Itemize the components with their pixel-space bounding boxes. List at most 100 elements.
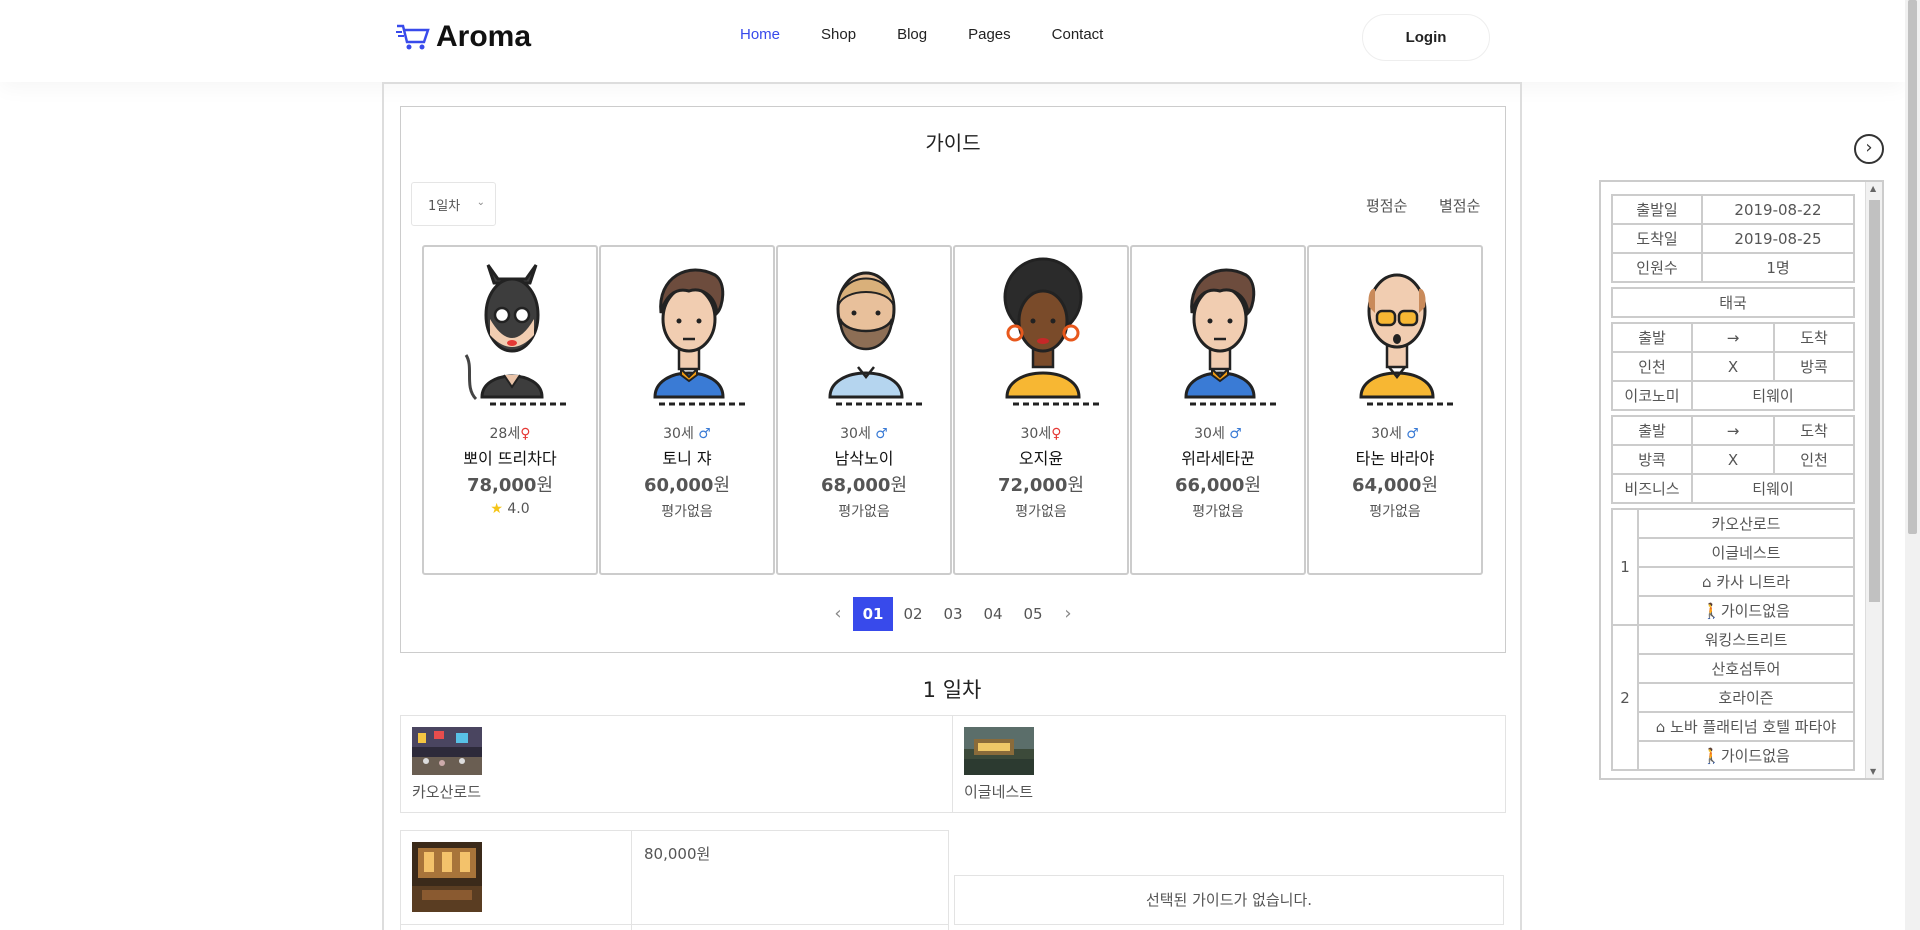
guide-card[interactable]: 30세 ♂ 타논 바라야 64,000원 평가없음 <box>1307 245 1483 575</box>
guide-rating: 평가없음 <box>838 504 890 520</box>
trip-info-table: 출발일 2019-08-22 도착일 2019-08-25 인원수 1명 <box>1611 194 1855 283</box>
no-guide-message: 선택된 가이드가 없습니다. <box>954 875 1504 925</box>
guide-card[interactable]: 30세 ♂ 남삭노이 68,000원 평가없음 <box>776 245 952 575</box>
place-thumbnail <box>964 727 1034 775</box>
info-label: 출발일 <box>1611 194 1703 225</box>
guide-age: 30세 <box>1020 426 1052 442</box>
sort-by-star[interactable]: 별점순 <box>1439 195 1480 216</box>
info-label: 도착일 <box>1611 223 1703 254</box>
guide-age: 30세 <box>1371 426 1402 442</box>
flight-from: 방콕 <box>1611 444 1693 475</box>
sort-by-rating[interactable]: 평점순 <box>1366 195 1407 216</box>
guide-card[interactable]: 30세 ♂ 토니 쟈 60,000원 평가없음 <box>599 245 775 575</box>
next-page-button[interactable]: › <box>1053 597 1083 631</box>
itinerary-item: 산호섬투어 <box>1637 653 1855 684</box>
chevron-down-icon: ⌄ <box>476 197 485 208</box>
guide-rating: 평가없음 <box>1192 504 1244 520</box>
flight-class: 비즈니스 <box>1611 473 1693 504</box>
page-button[interactable]: 03 <box>933 597 973 631</box>
flight-to: 인천 <box>1773 444 1855 475</box>
info-label: 인원수 <box>1611 252 1703 283</box>
info-value: 1명 <box>1701 252 1855 283</box>
cart-icon <box>396 24 430 50</box>
home-icon: ⌂ <box>1655 718 1666 736</box>
scrollbar-thumb[interactable] <box>1908 0 1917 534</box>
flight-header: 출발 <box>1611 322 1693 353</box>
currency-label: 원 <box>1421 475 1439 496</box>
male-icon: ♂ <box>698 426 711 442</box>
page-button[interactable]: 04 <box>973 597 1013 631</box>
place-cell[interactable]: 카오산로드 <box>401 716 953 812</box>
flight-class: 이코노미 <box>1611 380 1693 411</box>
main-container: 가이드 1일차 ⌄ 평점순 별점순 28세♀ 뽀이 뜨리차다 78,000원 ★… <box>382 82 1522 930</box>
nav-contact[interactable]: Contact <box>1052 26 1104 43</box>
flight-airline: 티웨이 <box>1691 473 1855 504</box>
itinerary-hotel: ⌂ 카사 니트라 <box>1637 566 1855 597</box>
place-name: 카오산로드 <box>412 783 482 801</box>
guide-card[interactable]: 30세 ♂ 위라세타꾼 66,000원 평가없음 <box>1130 245 1306 575</box>
day-number: 1 <box>1611 508 1639 626</box>
currency-label: 원 <box>890 475 908 496</box>
guide-name: 타논 바라야 <box>1355 449 1435 468</box>
page-button[interactable]: 01 <box>853 597 893 631</box>
flight-from: 인천 <box>1611 351 1693 382</box>
male-icon: ♂ <box>875 426 888 442</box>
nav-pages[interactable]: Pages <box>968 26 1011 43</box>
guide-price: 72,000 <box>997 475 1068 496</box>
guide-price: 66,000 <box>1174 475 1245 496</box>
panel-toggle-button[interactable]: › <box>1854 134 1884 164</box>
panel-scrollbar[interactable]: ▲ ▼ <box>1865 182 1882 778</box>
outbound-flight-table: 출발 → 도착 인천 X 방콕 이코노미 티웨이 <box>1611 322 1855 411</box>
guide-name: 위라세타꾼 <box>1181 449 1255 468</box>
hotel-name: 카사 니트라 <box>1716 573 1791 591</box>
day-heading: 1 일차 <box>922 678 982 702</box>
nav-shop[interactable]: Shop <box>821 26 856 43</box>
guide-status: 가이드없음 <box>1720 602 1790 620</box>
guide-card[interactable]: 28세♀ 뽀이 뜨리차다 78,000원 ★ 4.0 <box>422 245 598 575</box>
page-button[interactable]: 02 <box>893 597 933 631</box>
logo-text: Aroma <box>436 20 532 53</box>
nav-blog[interactable]: Blog <box>897 26 927 43</box>
guide-rating: 4.0 <box>507 501 530 517</box>
day-select[interactable]: 1일차 ⌄ <box>411 182 496 226</box>
page-scrollbar[interactable] <box>1905 0 1920 930</box>
itinerary-item: 이글네스트 <box>1637 537 1855 568</box>
avatar <box>1184 268 1278 406</box>
country: 태국 <box>1611 287 1855 318</box>
page-button[interactable]: 05 <box>1013 597 1053 631</box>
country-table: 태국 <box>1611 287 1855 318</box>
nav-home[interactable]: Home <box>740 26 780 43</box>
guide-rating: 평가없음 <box>1015 504 1067 520</box>
guide-age: 28세 <box>489 426 521 442</box>
guide-price: 64,000 <box>1351 475 1422 496</box>
place-row: 카오산로드 이글네스트 <box>400 715 1506 813</box>
itinerary-item: 워킹스트리트 <box>1637 624 1855 655</box>
male-icon: ♂ <box>1229 426 1242 442</box>
guide-cards: 28세♀ 뽀이 뜨리차다 78,000원 ★ 4.0 30세 ♂ 토니 쟈 60… <box>422 245 1484 575</box>
main-nav: Home Shop Blog Pages Contact <box>740 26 1144 43</box>
trip-summary-panel: 출발일 2019-08-22 도착일 2019-08-25 인원수 1명 태국 출발 →… <box>1599 180 1884 780</box>
scroll-up-icon[interactable]: ▲ <box>1870 184 1876 193</box>
guide-price: 78,000 <box>466 475 537 496</box>
scrollbar-thumb[interactable] <box>1869 200 1880 602</box>
guide-section: 가이드 1일차 ⌄ 평점순 별점순 28세♀ 뽀이 뜨리차다 78,000원 ★… <box>400 106 1506 653</box>
star-icon: ★ <box>490 501 503 517</box>
guide-card[interactable]: 30세♀ 오지윤 72,000원 평가없음 <box>953 245 1129 575</box>
login-button[interactable]: Login <box>1362 14 1490 61</box>
place-cell[interactable]: 이글네스트 <box>953 716 1505 812</box>
avatar <box>653 268 747 406</box>
flight-header: 출발 <box>1611 415 1693 446</box>
itinerary-guide: 🚶가이드없음 <box>1637 740 1855 771</box>
guide-price: 60,000 <box>643 475 714 496</box>
guide-name: 남삭노이 <box>834 449 894 468</box>
hotel-row[interactable]: 80,000원 <box>400 830 949 930</box>
guide-name: 뽀이 뜨리차다 <box>463 449 557 468</box>
scroll-down-icon[interactable]: ▼ <box>1870 767 1876 776</box>
prev-page-button[interactable]: ‹ <box>823 597 853 631</box>
flight-airline: 티웨이 <box>1691 380 1855 411</box>
logo[interactable]: Aroma <box>396 20 531 54</box>
guide-name: 토니 쟈 <box>662 449 712 468</box>
walking-icon: 🚶 <box>1702 602 1721 620</box>
info-value: 2019-08-22 <box>1701 194 1855 225</box>
female-icon: ♀ <box>520 426 531 442</box>
